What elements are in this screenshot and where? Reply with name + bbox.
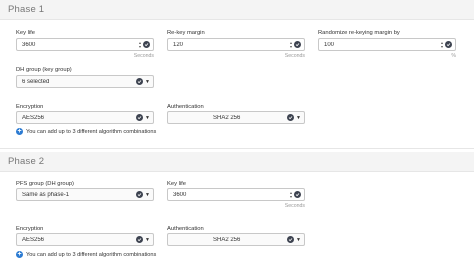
phase2-header: Phase 2 bbox=[0, 152, 474, 172]
p2-add-combination-text: You can add up to 3 different algorithm … bbox=[26, 251, 157, 258]
p1-auth-select[interactable]: SHA2 256 ▼ bbox=[167, 111, 305, 124]
check-icon bbox=[287, 114, 295, 121]
p1-rekey-label: Re-key margin bbox=[167, 30, 205, 36]
p2-encryption-value: AES256 bbox=[22, 236, 45, 243]
p1-randomize-label: Randomize re-keying margin by bbox=[318, 30, 400, 36]
add-circle-icon: + bbox=[16, 128, 23, 135]
p1-randomize-unit: % bbox=[451, 53, 456, 59]
p2-key-life-label: Key life bbox=[167, 181, 187, 187]
p1-encryption-value: AES256 bbox=[22, 114, 45, 121]
p2-auth-select[interactable]: SHA2 256 ▼ bbox=[167, 233, 305, 246]
phase1-header: Phase 1 bbox=[0, 0, 474, 20]
p2-encryption-label: Encryption bbox=[16, 226, 44, 232]
p1-add-combination-text: You can add up to 3 different algorithm … bbox=[26, 128, 157, 135]
p2-pfs-value: Same as phase-1 bbox=[22, 191, 70, 198]
chevron-down-icon[interactable]: ▼ bbox=[145, 79, 150, 85]
check-icon bbox=[136, 191, 144, 198]
p2-key-life-input[interactable]: 3600 ▴ ▾ bbox=[167, 188, 305, 201]
spinner-icon[interactable]: ▴ ▾ bbox=[139, 40, 141, 49]
check-icon bbox=[294, 191, 301, 198]
check-icon bbox=[136, 236, 144, 243]
p1-encryption-select[interactable]: AES256 ▼ bbox=[16, 111, 154, 124]
check-icon bbox=[136, 78, 144, 85]
p2-pfs-select[interactable]: Same as phase-1 ▼ bbox=[16, 188, 154, 201]
check-icon bbox=[143, 41, 150, 48]
p1-key-life-value: 3600 bbox=[22, 41, 36, 48]
p1-dh-group-value: 6 selected bbox=[22, 78, 50, 85]
p1-rekey-input[interactable]: 120 ▴ ▾ bbox=[167, 38, 305, 51]
chevron-down-icon[interactable]: ▼ bbox=[145, 115, 150, 121]
p2-key-life-unit: Seconds bbox=[284, 203, 305, 209]
p1-rekey-value: 120 bbox=[173, 41, 184, 48]
p2-pfs-label: PFS group (DH group) bbox=[16, 181, 74, 187]
section-divider bbox=[0, 148, 474, 149]
check-icon bbox=[287, 236, 295, 243]
phase1-title: Phase 1 bbox=[8, 4, 45, 15]
check-icon bbox=[294, 41, 301, 48]
p1-key-life-input[interactable]: 3600 ▴ ▾ bbox=[16, 38, 154, 51]
p1-rekey-unit: Seconds bbox=[284, 53, 305, 59]
p2-encryption-select[interactable]: AES256 ▼ bbox=[16, 233, 154, 246]
chevron-down-icon[interactable]: ▼ bbox=[296, 237, 301, 243]
p1-encryption-label: Encryption bbox=[16, 104, 44, 110]
p1-dh-group-label: DH group (key group) bbox=[16, 67, 72, 73]
p1-randomize-input[interactable]: 100 ▴ ▾ bbox=[318, 38, 456, 51]
p2-auth-value: SHA2 256 bbox=[213, 236, 241, 243]
check-icon bbox=[445, 41, 452, 48]
p1-auth-label: Authentication bbox=[167, 104, 204, 110]
p1-key-life-label: Key life bbox=[16, 30, 36, 36]
add-circle-icon: + bbox=[16, 251, 23, 258]
check-icon bbox=[136, 114, 144, 121]
chevron-down-icon[interactable]: ▼ bbox=[145, 237, 150, 243]
p2-key-life-value: 3600 bbox=[173, 191, 187, 198]
phase2-title: Phase 2 bbox=[8, 156, 45, 167]
spinner-icon[interactable]: ▴ ▾ bbox=[290, 190, 292, 199]
p1-dh-group-select[interactable]: 6 selected ▼ bbox=[16, 75, 154, 88]
p1-add-combination-link[interactable]: + You can add up to 3 different algorith… bbox=[16, 128, 156, 135]
chevron-down-icon[interactable]: ▼ bbox=[296, 115, 301, 121]
p1-auth-value: SHA2 256 bbox=[213, 114, 241, 121]
p2-auth-label: Authentication bbox=[167, 226, 204, 232]
spinner-icon[interactable]: ▴ ▾ bbox=[290, 40, 292, 49]
chevron-down-icon[interactable]: ▼ bbox=[145, 192, 150, 198]
p1-randomize-value: 100 bbox=[324, 41, 335, 48]
p1-key-life-unit: Seconds bbox=[133, 53, 154, 59]
p2-add-combination-link[interactable]: + You can add up to 3 different algorith… bbox=[16, 251, 156, 258]
spinner-icon[interactable]: ▴ ▾ bbox=[441, 40, 443, 49]
